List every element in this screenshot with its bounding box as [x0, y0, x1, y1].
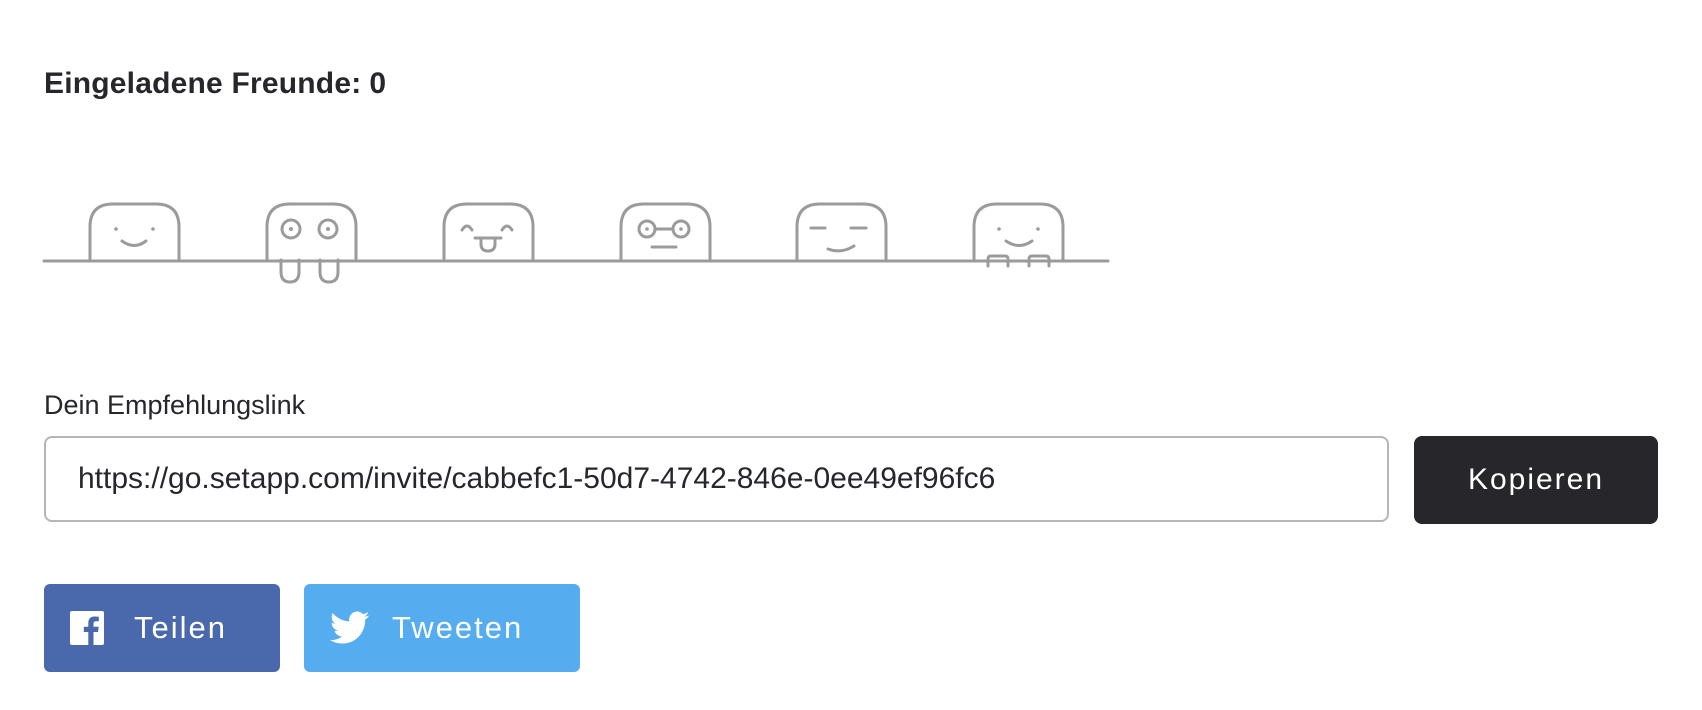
smile-face-icon: [88, 202, 181, 262]
tongue-face-icon: [442, 202, 535, 262]
twitter-bird-icon: [330, 611, 370, 645]
referral-link-input[interactable]: [44, 436, 1389, 522]
squint-face-icon: [795, 202, 888, 262]
twitter-share-button[interactable]: Tweeten: [304, 584, 580, 672]
glasses-face-icon: [619, 202, 712, 262]
invited-friends-heading: Eingeladene Freunde: 0: [44, 67, 386, 101]
twitter-share-label: Tweeten: [392, 610, 524, 645]
copy-button[interactable]: Kopieren: [1414, 436, 1658, 524]
referral-link-label: Dein Empfehlungslink: [44, 390, 306, 420]
peeking-face-icon: [972, 202, 1065, 268]
friends-illustration: [42, 194, 1110, 284]
invited-friends-label: Eingeladene Freunde:: [44, 67, 362, 100]
referral-section: Eingeladene Freunde: 0 Dein Empfehlungsl…: [42, 0, 1658, 710]
drooling-face-icon: [265, 202, 358, 284]
facebook-share-button[interactable]: Teilen: [44, 584, 280, 672]
facebook-share-label: Teilen: [134, 610, 227, 645]
invited-friends-count: 0: [369, 67, 387, 100]
facebook-icon: [70, 611, 104, 645]
